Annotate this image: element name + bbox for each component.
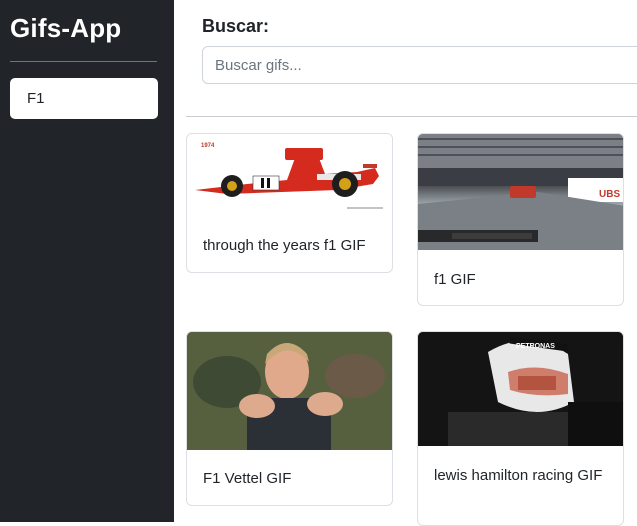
gif-image[interactable]: PETRONAS [418, 332, 623, 446]
gif-card[interactable]: F1 Vettel GIF [186, 331, 393, 506]
search-input[interactable] [202, 46, 637, 84]
main-content: Buscar: 1974 through the years f1 GIF [174, 0, 637, 526]
search-divider [186, 116, 637, 117]
gif-title: lewis hamilton racing GIF [434, 467, 603, 484]
gif-image-year-text: 1974 [201, 143, 215, 149]
gif-card[interactable]: 1974 through the years f1 GIF [186, 133, 393, 273]
gif-title: F1 Vettel GIF [203, 470, 292, 487]
sidebar-divider [10, 61, 157, 62]
gif-image[interactable] [187, 332, 392, 450]
gif-image-sponsor-text: PETRONAS [516, 343, 555, 350]
gif-image[interactable]: 1974 [187, 134, 392, 216]
gif-title: through the years f1 GIF [203, 237, 366, 254]
history-item-f1[interactable]: F1 [10, 78, 158, 119]
app-title: Gifs-App [10, 13, 122, 43]
sidebar: Gifs-App F1 [0, 0, 174, 522]
gif-image[interactable]: UBS [418, 134, 623, 250]
gif-image-sponsor-text: UBS [599, 189, 620, 200]
gif-card[interactable]: PETRONAS lewis hamilton racing GIF [417, 331, 624, 526]
search-label: Buscar: [202, 16, 270, 36]
gif-title: f1 GIF [434, 271, 476, 288]
gif-card[interactable]: UBS f1 GIF [417, 133, 624, 306]
